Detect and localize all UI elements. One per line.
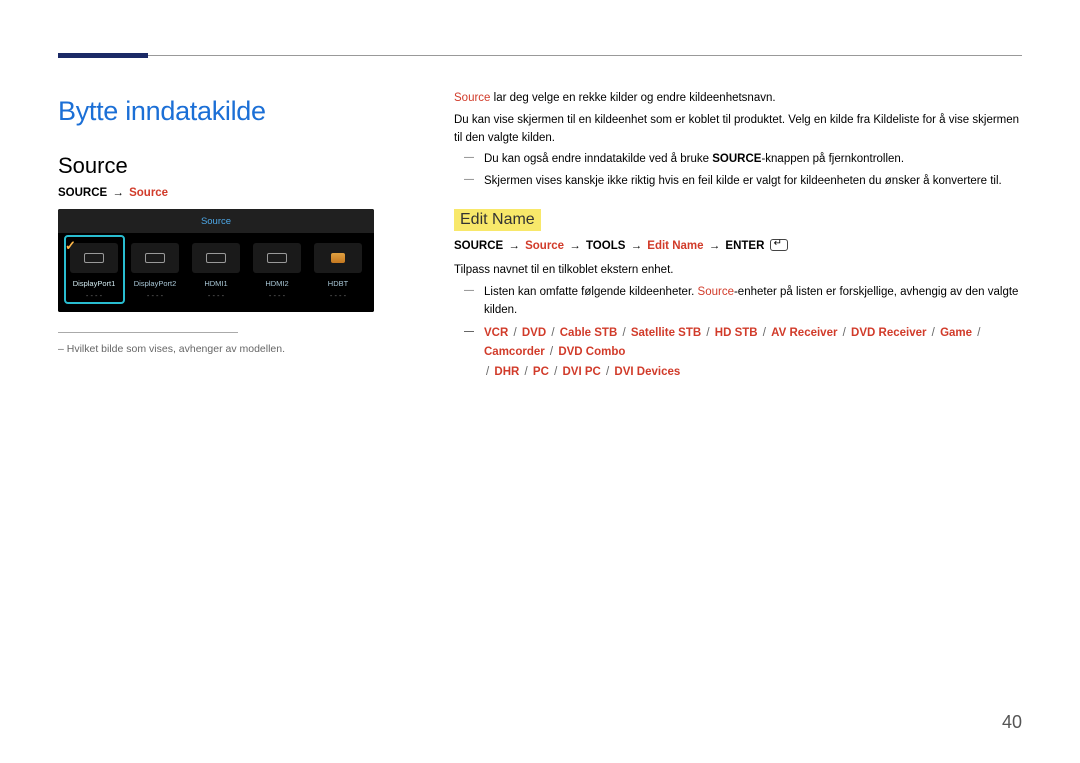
chapter-title: Bytte inndatakilde <box>58 96 372 127</box>
section-title: Source <box>58 153 372 179</box>
source-item-hdbt[interactable]: HDBT - - - - <box>308 237 369 302</box>
model-footnote: – Hvilket bilde som vises, avhenger av m… <box>58 343 372 355</box>
editname-note: Listen kan omfatte følgende kildeenheter… <box>470 284 1022 320</box>
source-item-displayport2[interactable]: DisplayPort2 - - - - <box>125 237 186 302</box>
source-item-hdmi2[interactable]: HDMI2 - - - - <box>247 237 308 302</box>
mockup-title: Source <box>58 209 374 233</box>
source-item-hdmi1[interactable]: HDMI1 - - - - <box>186 237 247 302</box>
check-icon: ✓ <box>65 238 76 254</box>
source-menu-mockup: Source ✓ DisplayPort1 - - - - DisplayPor… <box>58 209 374 312</box>
edit-name-heading: Edit Name <box>454 209 541 231</box>
note-change-source: Du kan også endre inndatakilde ved å bru… <box>470 151 1022 169</box>
enter-icon <box>770 239 788 251</box>
body-p1: Source lar deg velge en rekke kilder og … <box>454 90 1022 108</box>
editname-p1: Tilpass navnet til en tilkoblet ekstern … <box>454 262 1022 280</box>
source-item-displayport1[interactable]: ✓ DisplayPort1 - - - - <box>64 237 125 302</box>
nav-path-editname: SOURCE → Source → TOOLS → Edit Name → EN… <box>454 239 1022 252</box>
note-wrong-source: Skjermen vises kanskje ikke riktig hvis … <box>470 173 1022 191</box>
top-rule <box>58 55 1022 56</box>
body-p2: Du kan vise skjermen til en kildeenhet s… <box>454 112 1022 148</box>
device-list: VCR / DVD / Cable STB / Satellite STB / … <box>470 324 1022 383</box>
page-number: 40 <box>1002 712 1022 733</box>
footnote-rule <box>58 332 238 333</box>
nav-path-source: SOURCE → Source <box>58 187 372 199</box>
